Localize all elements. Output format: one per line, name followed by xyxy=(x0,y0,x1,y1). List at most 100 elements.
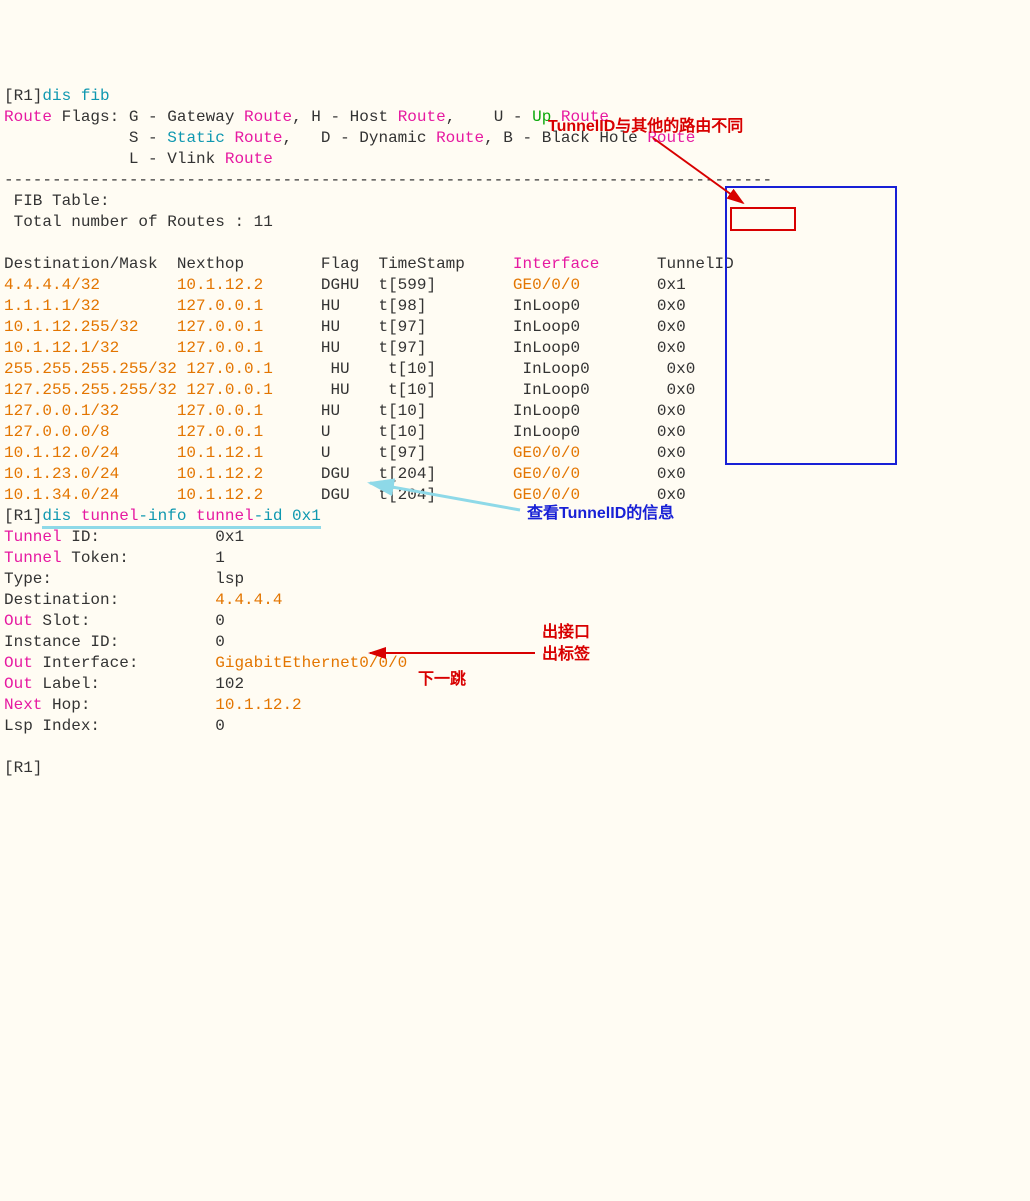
text: , xyxy=(484,129,503,147)
cell: DGU xyxy=(321,486,379,504)
separator: ----------------------------------------… xyxy=(4,171,772,189)
command-text: -id 0x1 xyxy=(254,507,321,525)
cell: 127.0.0.1 xyxy=(177,297,321,315)
cell: t[10] xyxy=(378,402,512,420)
val: 10.1.12.2 xyxy=(215,696,301,714)
cell: 1.1.1.1/32 xyxy=(4,297,177,315)
key xyxy=(119,633,215,651)
annotation-out-interface: 出接口 xyxy=(542,622,590,643)
cell: GE0/0/0 xyxy=(513,276,657,294)
cell: 255.255.255.255/32 xyxy=(4,360,177,378)
text: Flags: xyxy=(52,108,129,126)
cell: 127.0.0.1 xyxy=(177,360,331,378)
key xyxy=(52,570,215,588)
cell: HU xyxy=(330,360,388,378)
text: Route xyxy=(225,129,283,147)
annotation-next-hop: 下一跳 xyxy=(418,669,466,690)
cell: 10.1.23.0/24 xyxy=(4,465,177,483)
cell: t[599] xyxy=(378,276,512,294)
text: Route xyxy=(225,150,273,168)
annotation-out-label: 出标签 xyxy=(542,644,590,665)
cell: HU xyxy=(321,339,379,357)
key xyxy=(119,591,215,609)
command-text: -info xyxy=(138,507,196,525)
cell: 127.0.0.0/8 xyxy=(4,423,177,441)
annotation-tunnelid-diff: TunnelID与其他的路由不同 xyxy=(548,116,743,137)
cell: U xyxy=(321,423,379,441)
cell: 127.0.0.1 xyxy=(177,339,321,357)
cell: 0x0 xyxy=(657,297,686,315)
key: Tunnel xyxy=(4,528,62,546)
col-flag: Flag xyxy=(321,255,379,273)
val: 0x1 xyxy=(215,528,244,546)
key: Out xyxy=(4,654,33,672)
key: Token: xyxy=(62,549,216,567)
val: 4.4.4.4 xyxy=(215,591,282,609)
cell: DGU xyxy=(321,465,379,483)
prompt: [R1] xyxy=(4,87,42,105)
cell: HU xyxy=(321,402,379,420)
text: S - xyxy=(129,129,167,147)
cell: GE0/0/0 xyxy=(513,486,657,504)
cell: 0x0 xyxy=(657,339,686,357)
text: Route xyxy=(398,108,446,126)
cell: HU xyxy=(321,297,379,315)
command-text: dis fib xyxy=(42,87,109,105)
col-nexthop: Nexthop xyxy=(177,255,321,273)
key: Type: xyxy=(4,570,52,588)
cell: 0x0 xyxy=(667,381,696,399)
cell: 0x0 xyxy=(657,423,686,441)
cell: InLoop0 xyxy=(513,339,657,357)
cell: 10.1.12.2 xyxy=(177,486,321,504)
cell: 127.255.255.255/32 xyxy=(4,381,177,399)
key: Out xyxy=(4,612,33,630)
cell: 127.0.0.1 xyxy=(177,402,321,420)
cell: 10.1.12.1 xyxy=(177,444,321,462)
cell: t[204] xyxy=(378,465,512,483)
key: Hop: xyxy=(42,696,215,714)
cell: 10.1.12.2 xyxy=(177,276,321,294)
cell: InLoop0 xyxy=(513,423,657,441)
flag-key: Route xyxy=(4,108,52,126)
cell: 4.4.4.4/32 xyxy=(4,276,177,294)
col-timestamp: TimeStamp xyxy=(378,255,512,273)
cell: t[97] xyxy=(378,444,512,462)
total-routes: Total number of Routes : 11 xyxy=(4,213,273,231)
text: D - Dynamic xyxy=(321,129,436,147)
cell: 0x1 xyxy=(657,276,686,294)
cell: DGHU xyxy=(321,276,379,294)
val: 1 xyxy=(215,549,225,567)
cell: t[98] xyxy=(378,297,512,315)
command-text: tunnel xyxy=(81,507,139,525)
val: 0 xyxy=(215,717,225,735)
cell: 10.1.12.1/32 xyxy=(4,339,177,357)
terminal-output: [R1]dis fib Route Flags: G - Gateway Rou… xyxy=(4,86,1026,779)
text: , xyxy=(446,108,494,126)
cell: t[10] xyxy=(388,360,522,378)
col-dest: Destination/Mask xyxy=(4,255,177,273)
cell: t[97] xyxy=(378,318,512,336)
cell: t[10] xyxy=(388,381,522,399)
cell: GE0/0/0 xyxy=(513,465,657,483)
cell: 0x0 xyxy=(657,444,686,462)
cell: 127.0.0.1/32 xyxy=(4,402,177,420)
prompt: [R1] xyxy=(4,507,42,525)
col-interface: Interface xyxy=(513,255,599,273)
cell: U xyxy=(321,444,379,462)
text: U - xyxy=(494,108,532,126)
prompt: [R1] xyxy=(4,759,42,777)
cell: InLoop0 xyxy=(522,381,666,399)
cell: InLoop0 xyxy=(522,360,666,378)
cell: 0x0 xyxy=(657,402,686,420)
cell: InLoop0 xyxy=(513,402,657,420)
cell: 10.1.12.255/32 xyxy=(4,318,177,336)
key: Label: xyxy=(33,675,215,693)
cell: 10.1.12.2 xyxy=(177,465,321,483)
text: H - Host xyxy=(311,108,397,126)
cell: HU xyxy=(321,318,379,336)
key: Slot: xyxy=(33,612,215,630)
key: Instance ID: xyxy=(4,633,119,651)
key: Tunnel xyxy=(4,549,62,567)
key: Interface: xyxy=(33,654,215,672)
text: , xyxy=(292,108,311,126)
